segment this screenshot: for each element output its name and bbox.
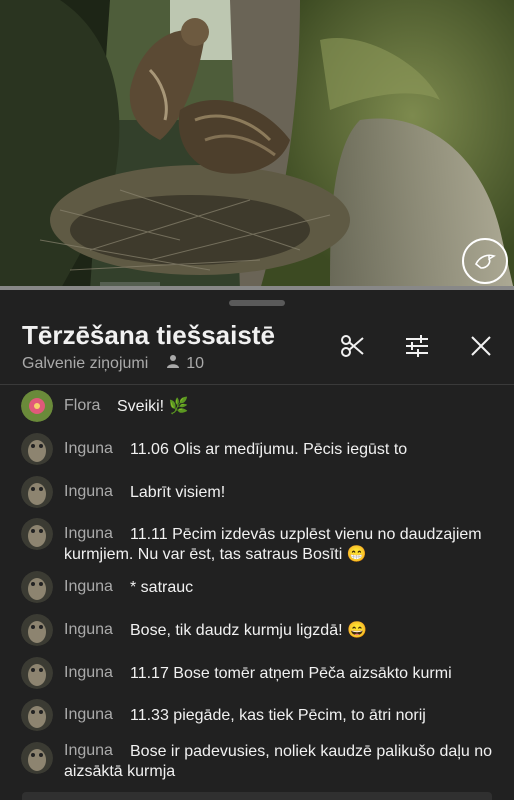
video-player[interactable] <box>0 0 514 290</box>
drag-handle[interactable] <box>229 300 285 306</box>
chat-input-bar[interactable] <box>22 792 492 800</box>
message-text-continued: kurmjiem. Nu var ēst, tas satraus Bosīti… <box>64 546 367 563</box>
author-name[interactable]: Inguna <box>64 664 113 682</box>
avatar[interactable] <box>21 657 53 689</box>
header-divider <box>0 384 514 385</box>
author-name[interactable]: Flora <box>64 397 100 415</box>
message-text: Labrīt visiem! <box>130 484 226 501</box>
nest-camera-frame <box>0 0 514 290</box>
author-name[interactable]: Inguna <box>64 578 113 596</box>
author-name[interactable]: Inguna <box>64 483 113 501</box>
avatar[interactable] <box>21 614 53 646</box>
message-text: Bose ir padevusies, noliek kaudzē paliku… <box>130 743 493 760</box>
viewer-count: 10 <box>186 354 205 372</box>
avatar[interactable] <box>21 571 53 603</box>
avatar[interactable] <box>21 433 53 465</box>
author-name[interactable]: Inguna <box>64 706 113 724</box>
chat-filter-dropdown[interactable]: Galvenie ziņojumi 10 <box>22 354 204 373</box>
chat-message-list[interactable]: Flora Sveiki! 🌿 Inguna 11.06 Olis ar med… <box>0 386 514 800</box>
message-text: Sveiki! 🌿 <box>117 398 189 415</box>
message-text: 11.33 piegāde, kas tiek Pēcim, to ātri n… <box>130 707 426 724</box>
avatar[interactable] <box>21 699 53 731</box>
message-text: Bose, tik daudz kurmju ligzdā! 😄 <box>130 622 367 639</box>
chat-title: Tērzēšana tiešsaistē <box>22 320 275 350</box>
author-name[interactable]: Inguna <box>64 525 113 543</box>
message-text-continued: aizsāktā kurmja <box>64 763 176 780</box>
person-icon <box>166 354 180 373</box>
close-icon[interactable] <box>465 330 497 362</box>
message-text: 11.06 Olis ar medījumu. Pēcis iegūst to <box>130 441 408 458</box>
message-text: 11.11 Pēcim izdevās uzplēst vienu no dau… <box>130 526 482 543</box>
author-name[interactable]: Inguna <box>64 440 113 458</box>
avatar[interactable] <box>21 476 53 508</box>
avatar[interactable] <box>21 518 53 550</box>
sliders-icon[interactable] <box>401 330 433 362</box>
scissors-icon[interactable] <box>337 330 369 362</box>
message-text: 11.17 Bose tomēr atņem Pēča aizsākto kur… <box>130 665 452 682</box>
avatar[interactable] <box>21 390 53 422</box>
chat-filter-label: Galvenie ziņojumi <box>22 354 149 372</box>
author-name[interactable]: Inguna <box>64 621 113 639</box>
message-text: * satrauc <box>130 579 194 596</box>
author-name[interactable]: Inguna <box>64 742 113 760</box>
avatar[interactable] <box>21 742 53 774</box>
kingfisher-logo-icon <box>462 238 508 284</box>
